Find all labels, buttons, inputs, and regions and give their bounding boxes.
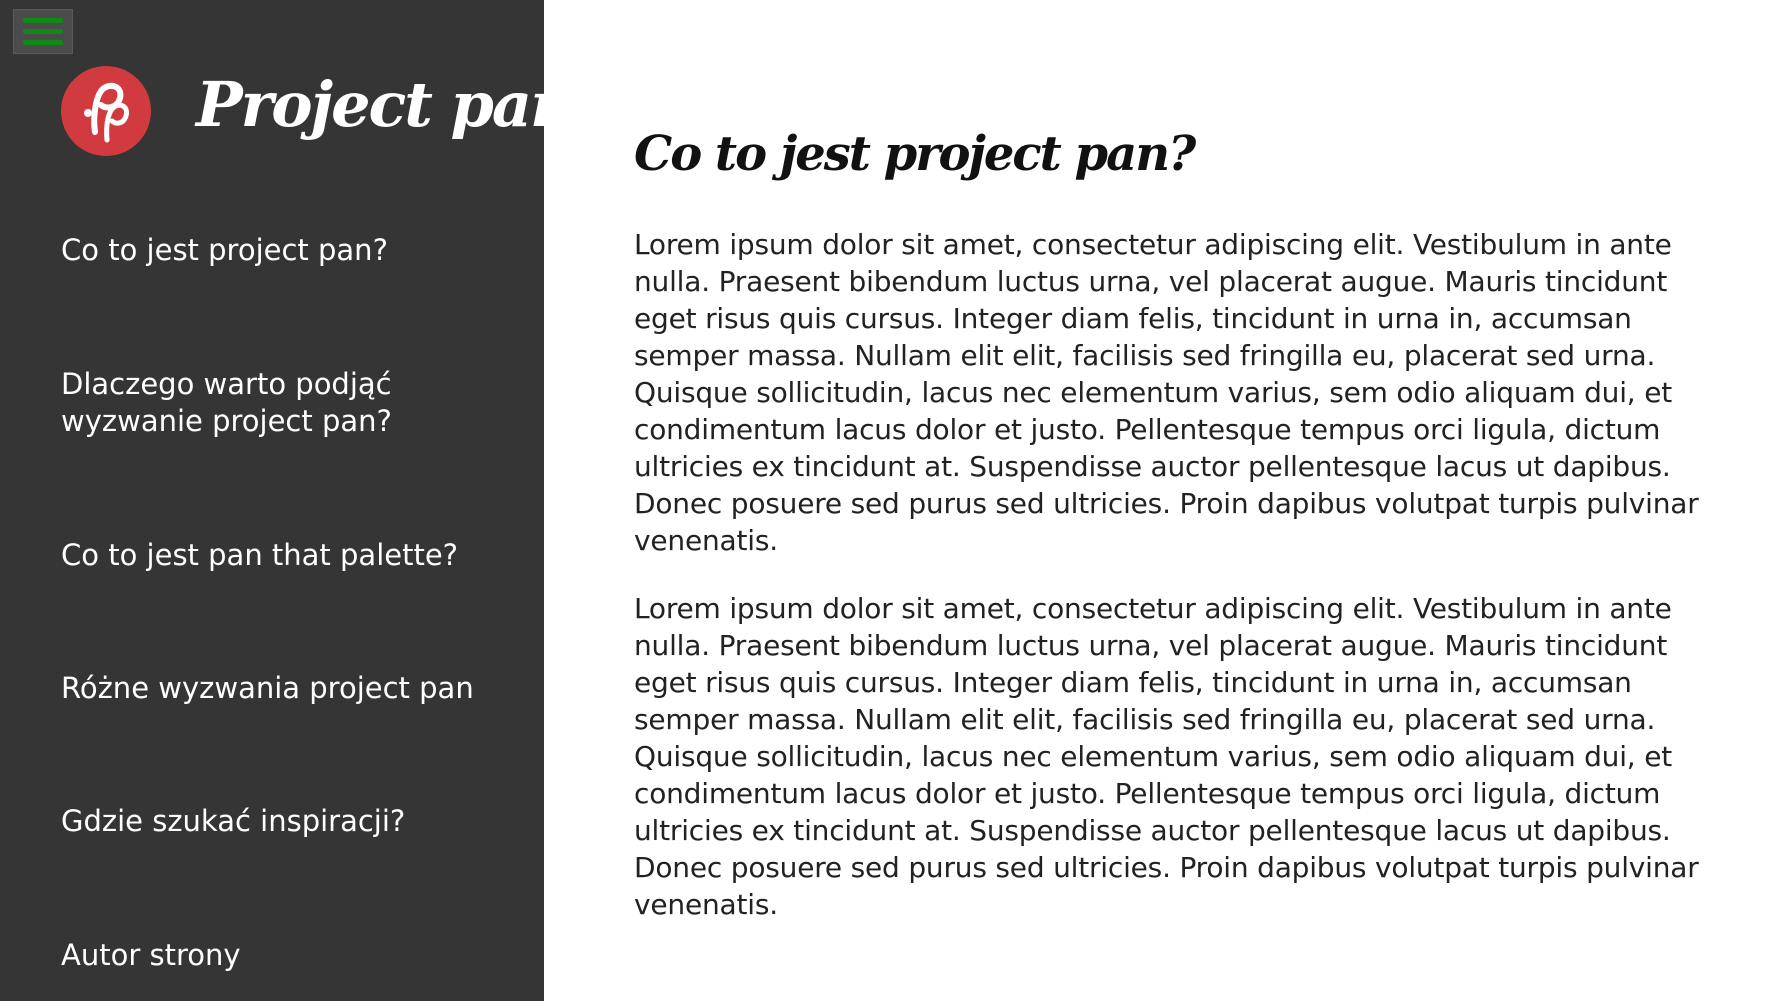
sidebar-item-inspiracje[interactable]: Gdzie szukać inspiracji? xyxy=(61,803,531,840)
sidebar: Project pan Co to jest project pan? Dlac… xyxy=(0,0,575,1001)
hamburger-menu-icon[interactable] xyxy=(13,9,73,54)
content-paragraph: Lorem ipsum dolor sit amet, consectetur … xyxy=(634,228,1699,557)
sidebar-item-co-to-jest-project-pan[interactable]: Co to jest project pan? xyxy=(61,232,531,269)
pp-logo-icon[interactable] xyxy=(61,66,151,156)
pp-logo-glyph xyxy=(84,82,130,143)
hamburger-bar xyxy=(23,29,63,34)
hamburger-bar xyxy=(23,40,63,45)
content-paragraph: Lorem ipsum dolor sit amet, consectetur … xyxy=(634,592,1699,921)
sidebar-item-rozne-wyzwania[interactable]: Różne wyzwania project pan xyxy=(61,670,531,707)
sidebar-item-dlaczego-warto[interactable]: Dlaczego warto podjąć wyzwanie project p… xyxy=(61,366,481,440)
hamburger-bar xyxy=(23,18,63,23)
brand-title[interactable]: Project pan xyxy=(196,74,575,136)
sidebar-item-autor-strony[interactable]: Autor strony xyxy=(61,937,531,974)
page-title: Co to jest project pan? xyxy=(634,126,1196,182)
sidebar-item-pan-that-palette[interactable]: Co to jest pan that palette? xyxy=(61,537,531,574)
